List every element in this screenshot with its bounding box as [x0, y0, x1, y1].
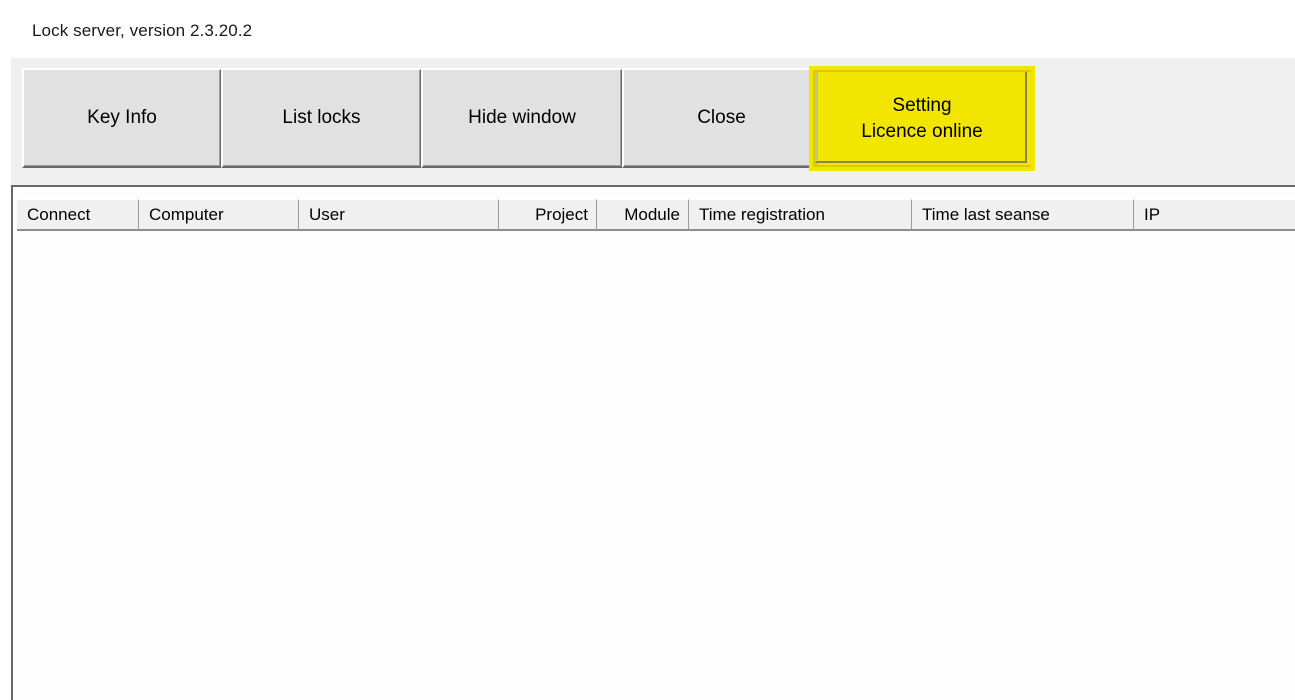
column-header-project[interactable]: Project — [499, 199, 597, 229]
column-header-time-last-seanse[interactable]: Time last seanse — [912, 199, 1134, 229]
column-header-ip[interactable]: IP — [1134, 199, 1295, 229]
key-info-button-label: Key Info — [87, 107, 157, 128]
list-locks-button[interactable]: List locks — [221, 68, 422, 168]
list-body[interactable] — [17, 231, 1295, 700]
column-header-time-registration[interactable]: Time registration — [689, 199, 912, 229]
column-header-computer[interactable]: Computer — [139, 199, 299, 229]
window-title: Lock server, version 2.3.20.2 — [32, 21, 253, 40]
close-button[interactable]: Close — [622, 68, 821, 168]
list-header: Connect Computer User Project Module Tim… — [17, 199, 1295, 231]
column-header-connect[interactable]: Connect — [17, 199, 139, 229]
close-button-label: Close — [697, 107, 746, 128]
toolbar: Key Info List locks Hide window Close Se… — [11, 66, 1295, 171]
hide-window-button[interactable]: Hide window — [421, 68, 623, 168]
column-header-module[interactable]: Module — [597, 199, 689, 229]
setting-licence-online-button-text: Setting Licence online — [861, 93, 982, 145]
hide-window-button-label: Hide window — [468, 107, 576, 128]
list-locks-button-label: List locks — [282, 107, 361, 128]
setting-licence-online-button[interactable]: Setting Licence online — [809, 66, 1035, 171]
column-header-user[interactable]: User — [299, 199, 499, 229]
locks-list[interactable]: Connect Computer User Project Module Tim… — [11, 185, 1295, 700]
lock-server-window: Lock server, version 2.3.20.2 Key Info L… — [0, 0, 1295, 700]
licence-online-label: Licence online — [861, 120, 983, 142]
setting-label: Setting — [892, 94, 952, 116]
client-area: Key Info List locks Hide window Close Se… — [11, 58, 1295, 700]
key-info-button[interactable]: Key Info — [22, 68, 222, 168]
title-bar: Lock server, version 2.3.20.2 — [0, 0, 1295, 58]
